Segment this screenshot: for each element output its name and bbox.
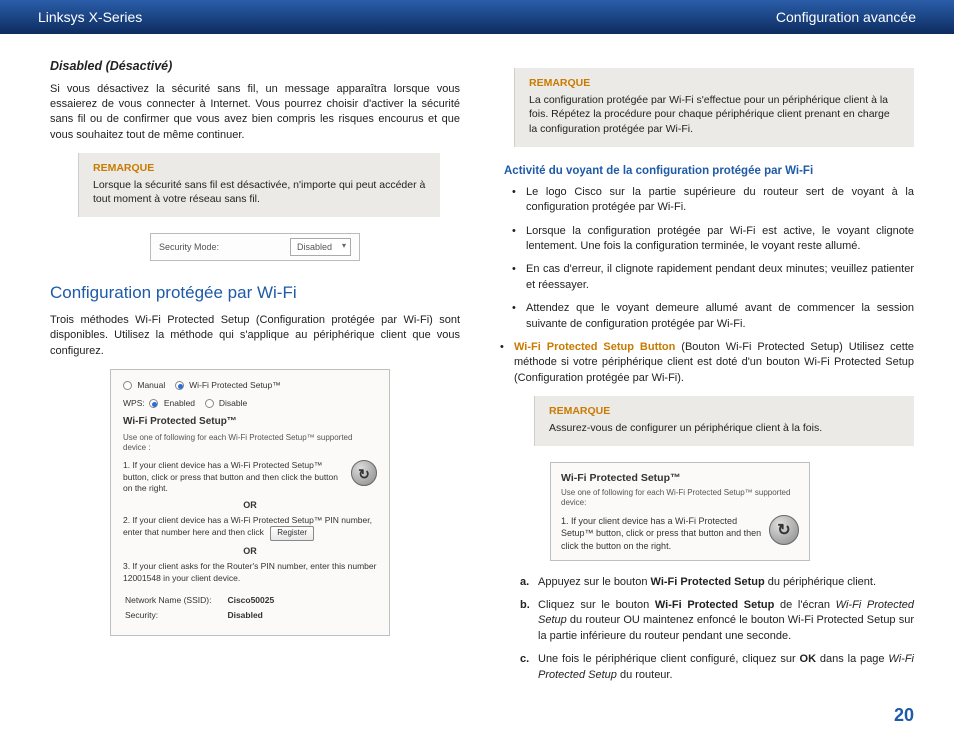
page-number: 20 xyxy=(894,705,914,726)
step-c-bold: OK xyxy=(800,653,817,665)
mini-row: ↻ 1. If your client device has a Wi-Fi P… xyxy=(561,515,799,551)
page-header: Linksys X-Series Configuration avancée xyxy=(0,0,954,34)
step-lead: c. xyxy=(520,652,529,667)
wps-body: Trois méthodes Wi-Fi Protected Setup (Co… xyxy=(50,313,460,359)
wps-icon[interactable]: ↻ xyxy=(351,460,377,486)
step-b-post: du routeur OU maintenez enfoncé le bouto… xyxy=(538,614,914,641)
note-body: Assurez-vous de configurer un périphériq… xyxy=(549,421,900,436)
step-lead: b. xyxy=(520,598,530,613)
label-manual: Manual xyxy=(137,380,165,390)
step-b-mid: de l'écran xyxy=(774,599,835,611)
wps-heading: Configuration protégée par Wi-Fi xyxy=(50,281,460,305)
panel-step1: ↻ 1. If your client device has a Wi-Fi P… xyxy=(123,460,377,494)
step-c-pre: Une fois le périphérique client configur… xyxy=(538,653,800,665)
mini-text: 1. If your client device has a Wi-Fi Pro… xyxy=(561,516,761,550)
step-lead: a. xyxy=(520,575,529,590)
radio-wps[interactable] xyxy=(175,381,184,390)
disabled-heading: Disabled (Désactivé) xyxy=(50,58,460,76)
step-a-pre: Appuyez sur le bouton xyxy=(538,576,651,588)
security-mode-box: Security Mode: Disabled xyxy=(150,233,360,261)
panel-or1: OR xyxy=(123,499,377,511)
panel-step1-text: 1. If your client device has a Wi-Fi Pro… xyxy=(123,460,338,493)
wps-button-label: Wi-Fi Protected Setup Button xyxy=(514,341,675,353)
note-right-2: REMARQUE Assurez-vous de configurer un p… xyxy=(534,396,914,445)
step-c-post: du routeur. xyxy=(617,669,673,681)
note-body: Lorsque la sécurité sans fil est désacti… xyxy=(93,178,426,207)
step-list: a. Appuyez sur le bouton Wi-Fi Protected… xyxy=(504,575,914,683)
header-left: Linksys X-Series xyxy=(38,9,142,25)
radio-disable[interactable] xyxy=(205,399,214,408)
panel-info-table: Network Name (SSID): Cisco50025 Security… xyxy=(123,592,290,625)
content-columns: Disabled (Désactivé) Si vous désactivez … xyxy=(0,34,954,691)
note-title: REMARQUE xyxy=(549,404,900,419)
bullet-item: Attendez que le voyant demeure allumé av… xyxy=(526,301,914,332)
note-title: REMARQUE xyxy=(93,161,426,176)
bullet-item: Le logo Cisco sur la partie supérieure d… xyxy=(526,185,914,216)
step-a: a. Appuyez sur le bouton Wi-Fi Protected… xyxy=(538,575,914,590)
activity-heading: Activité du voyant de la configuration p… xyxy=(504,163,914,179)
panel-or2: OR xyxy=(123,545,377,557)
disabled-body: Si vous désactivez la sécurité sans fil,… xyxy=(50,82,460,144)
right-column: REMARQUE La configuration protégée par W… xyxy=(504,58,914,691)
mini-sub: Use one of following for each Wi-Fi Prot… xyxy=(561,488,799,510)
note-title: REMARQUE xyxy=(529,76,900,91)
mini-title: Wi-Fi Protected Setup™ xyxy=(561,471,799,485)
wps-config-panel: Manual Wi-Fi Protected Setup™ WPS: Enabl… xyxy=(110,369,390,636)
wps-icon[interactable]: ↻ xyxy=(769,515,799,545)
panel-section-title: Wi-Fi Protected Setup™ xyxy=(123,415,377,429)
wps-enable-label: WPS: xyxy=(123,398,145,408)
wps-mini-panel: Wi-Fi Protected Setup™ Use one of follow… xyxy=(550,462,810,561)
panel-sub: Use one of following for each Wi-Fi Prot… xyxy=(123,433,377,455)
ssid-label: Network Name (SSID): xyxy=(125,594,225,607)
step-b: b. Cliquez sur le bouton Wi-Fi Protected… xyxy=(538,598,914,644)
step-c-mid: dans la page xyxy=(816,653,888,665)
register-button[interactable]: Register xyxy=(270,526,314,541)
left-column: Disabled (Désactivé) Si vous désactivez … xyxy=(50,58,460,691)
activity-bullets: Le logo Cisco sur la partie supérieure d… xyxy=(504,185,914,332)
radio-enabled[interactable] xyxy=(149,399,158,408)
step-a-bold: Wi-Fi Protected Setup xyxy=(651,576,765,588)
security-mode-label: Security Mode: xyxy=(159,241,290,254)
label-wps: Wi-Fi Protected Setup™ xyxy=(189,380,281,390)
step-b-pre: Cliquez sur le bouton xyxy=(538,599,655,611)
ssid-value: Cisco50025 xyxy=(227,595,274,605)
note-body: La configuration protégée par Wi-Fi s'ef… xyxy=(529,93,900,137)
note-disabled: REMARQUE Lorsque la sécurité sans fil es… xyxy=(78,153,440,217)
panel-step2b-text: and then click xyxy=(212,527,264,537)
note-right-1: REMARQUE La configuration protégée par W… xyxy=(514,68,914,147)
label-disable: Disable xyxy=(219,398,247,408)
header-right: Configuration avancée xyxy=(776,9,916,25)
sec-label: Security: xyxy=(125,609,225,622)
panel-step2: 2. If your client device has a Wi-Fi Pro… xyxy=(123,515,377,541)
bullet-item: Lorsque la configuration protégée par Wi… xyxy=(526,224,914,255)
sec-value: Disabled xyxy=(227,610,262,620)
step-c: c. Une fois le périphérique client confi… xyxy=(538,652,914,683)
label-enabled: Enabled xyxy=(164,398,195,408)
panel-step3: 3. If your client asks for the Router's … xyxy=(123,561,377,584)
wps-enable-row: WPS: Enabled Disable xyxy=(123,398,377,409)
step-a-post: du périphérique client. xyxy=(765,576,876,588)
wps-button-bullet: Wi-Fi Protected Setup Button (Bouton Wi-… xyxy=(504,340,914,386)
setup-mode-row: Manual Wi-Fi Protected Setup™ xyxy=(123,380,377,391)
document-page: Linksys X-Series Configuration avancée D… xyxy=(0,0,954,738)
bullet-item: Wi-Fi Protected Setup Button (Bouton Wi-… xyxy=(514,340,914,386)
radio-manual[interactable] xyxy=(123,381,132,390)
step-b-bold: Wi-Fi Protected Setup xyxy=(655,599,774,611)
security-mode-select[interactable]: Disabled xyxy=(290,238,351,257)
bullet-item: En cas d'erreur, il clignote rapidement … xyxy=(526,262,914,293)
